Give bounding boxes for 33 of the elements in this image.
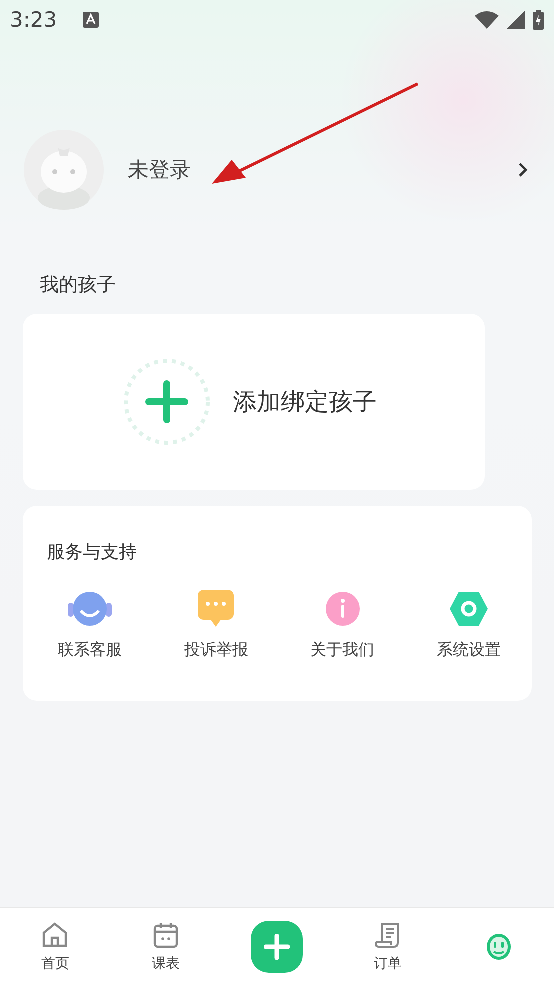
add-button[interactable]: [250, 921, 303, 973]
keyboard-notification-icon: [83, 12, 100, 28]
headset-icon: [67, 589, 114, 629]
add-icon: [123, 358, 211, 446]
receipt-scroll-icon: [374, 921, 402, 949]
service-label[interactable]: 投诉举报: [184, 640, 248, 661]
service-label[interactable]: 关于我们: [310, 640, 375, 661]
service-label[interactable]: 联系客服: [58, 640, 122, 661]
section-title: 我的孩子: [40, 273, 117, 298]
battery-icon: [533, 10, 544, 30]
smiley-icon: [486, 933, 512, 961]
nav-tab[interactable]: 课表: [110, 908, 222, 986]
login-status[interactable]: 未登录: [128, 156, 191, 184]
service-label[interactable]: 系统设置: [436, 640, 501, 661]
nav-label: 首页: [41, 955, 70, 973]
chevron-right-icon[interactable]: [516, 161, 530, 179]
info-icon: [324, 591, 361, 627]
services-title: 服务与支持: [47, 541, 138, 564]
wifi-icon: [475, 11, 499, 29]
calendar-icon: [152, 921, 180, 949]
avatar[interactable]: [24, 130, 104, 210]
add-child-card[interactable]: 添加绑定孩子: [23, 314, 485, 490]
add-child-label: 添加绑定孩子: [233, 387, 377, 418]
settings-icon: [448, 591, 489, 627]
chat-bubble-icon: [197, 589, 236, 629]
nav-tab[interactable]: 首页: [0, 908, 111, 986]
nav-label: 订单: [374, 955, 402, 973]
home-icon: [41, 921, 70, 949]
signal-icon: [507, 11, 525, 29]
nav-label: 课表: [152, 955, 180, 973]
status-time: 3:23: [10, 8, 58, 32]
nav-tab[interactable]: 订单: [332, 908, 444, 986]
plus-icon: [264, 934, 290, 960]
